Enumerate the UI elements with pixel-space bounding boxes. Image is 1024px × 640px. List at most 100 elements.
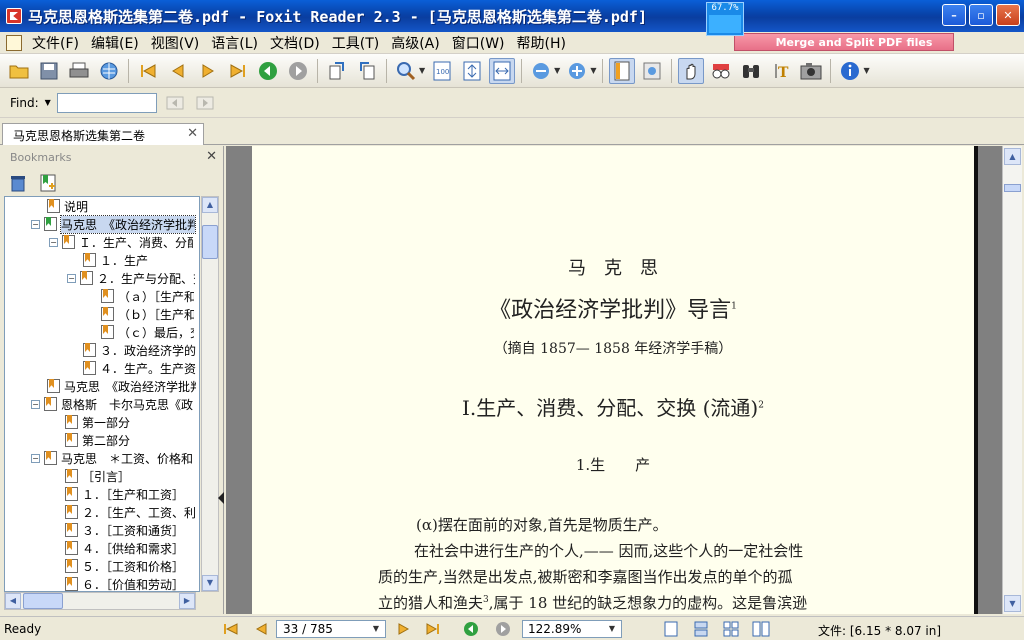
bookmark-item[interactable]: １．［生产和工资］: [65, 485, 184, 503]
minimize-button[interactable]: –: [942, 4, 966, 26]
menu-advanced[interactable]: 高级(A): [387, 33, 448, 53]
bookmark-item[interactable]: ５．［工资和价格］: [65, 557, 184, 575]
maximize-button[interactable]: ▫: [969, 4, 993, 26]
bookmark-item[interactable]: −２．生产与分配、交换、消费的一般关系: [67, 269, 195, 287]
document-tab[interactable]: 马克思恩格斯选集第二卷 ✕: [2, 123, 204, 145]
scroll-left-icon[interactable]: ◀: [5, 593, 21, 609]
first-page-button[interactable]: [135, 58, 161, 84]
page-dropdown-icon[interactable]: ▼: [369, 622, 383, 636]
save-button[interactable]: [36, 58, 62, 84]
bookmarks-vertical-scrollbar[interactable]: ▲ ▼: [201, 196, 219, 592]
previous-page-button[interactable]: [165, 58, 191, 84]
back-button[interactable]: [255, 58, 281, 84]
status-next-page-button[interactable]: [394, 621, 412, 637]
bookmark-item[interactable]: （ａ）［生产和消费］: [101, 287, 194, 305]
fit-page-button[interactable]: [459, 58, 485, 84]
close-tab-icon[interactable]: ✕: [187, 126, 198, 141]
bookmark-item[interactable]: （ｃ）最后，交换和流通: [101, 323, 194, 341]
menu-help[interactable]: 帮助(H): [513, 33, 574, 53]
delete-bookmark-icon[interactable]: [10, 174, 26, 192]
close-panel-icon[interactable]: ✕: [206, 149, 217, 164]
print-button[interactable]: [66, 58, 92, 84]
actual-size-button[interactable]: 100: [429, 58, 455, 84]
find-next-button[interactable]: [193, 92, 217, 114]
bookmark-item[interactable]: 第一部分: [65, 413, 130, 431]
bookmark-item[interactable]: ２．［生产、工资、利润］: [65, 503, 196, 521]
menu-window[interactable]: 窗口(W): [448, 33, 513, 53]
zoom-out-button[interactable]: [528, 58, 554, 84]
web-button[interactable]: [96, 58, 122, 84]
scroll-thumb[interactable]: [202, 225, 218, 259]
zoom-out-dropdown[interactable]: ▼: [554, 66, 560, 75]
find-input[interactable]: [56, 92, 157, 113]
text-tool-button[interactable]: T: [768, 58, 794, 84]
scroll-thumb[interactable]: [1004, 184, 1021, 192]
full-screen-button[interactable]: [639, 58, 665, 84]
find-previous-button[interactable]: [163, 92, 187, 114]
status-back-button[interactable]: [462, 621, 480, 637]
zoom-in-button[interactable]: [564, 58, 590, 84]
single-page-button[interactable]: [609, 57, 636, 84]
collapse-icon[interactable]: −: [49, 237, 58, 247]
document-vertical-scrollbar[interactable]: ▲ ▼: [1002, 146, 1022, 614]
continuous-facing-layout-button[interactable]: [752, 621, 770, 637]
status-last-page-button[interactable]: [424, 621, 442, 637]
open-button[interactable]: [6, 58, 32, 84]
bookmark-item[interactable]: ４．生产。生产资料和生产关系: [83, 359, 196, 377]
find-button[interactable]: [738, 58, 764, 84]
scroll-thumb[interactable]: [23, 593, 63, 609]
info-button[interactable]: [837, 58, 863, 84]
bookmark-item[interactable]: ３．政治经济学的方法: [83, 341, 196, 359]
next-page-button[interactable]: [195, 58, 221, 84]
menu-edit[interactable]: 编辑(E): [87, 33, 147, 53]
menu-tools[interactable]: 工具(T): [328, 33, 387, 53]
continuous-layout-button[interactable]: [692, 621, 710, 637]
close-button[interactable]: ✕: [996, 4, 1020, 26]
collapse-icon[interactable]: −: [31, 399, 40, 409]
collapse-icon[interactable]: −: [31, 219, 40, 229]
zoom-dropdown-icon[interactable]: ▼: [605, 622, 619, 636]
bookmark-tree[interactable]: 说明 −马克思 《政治经济学批判》导言 −Ｉ．生产、消费、分配、交换（流通） １…: [4, 196, 200, 592]
facing-layout-button[interactable]: [722, 621, 740, 637]
document-view[interactable]: 马 克 思 《政治经济学批判》导言1 （摘自 1857— 1858 年经济学手稿…: [226, 146, 1002, 614]
bookmark-item[interactable]: （ｂ）［生产和分配］: [101, 305, 194, 323]
menu-document[interactable]: 文档(D): [266, 33, 328, 53]
scroll-down-icon[interactable]: ▼: [1004, 595, 1021, 612]
bookmark-item[interactable]: ３．［工资和通货］: [65, 521, 184, 539]
document-menu-icon[interactable]: [6, 34, 22, 51]
forward-button[interactable]: [285, 58, 311, 84]
zoom-in-dropdown[interactable]: ▼: [590, 66, 596, 75]
bookmark-item[interactable]: ［引言］: [65, 467, 130, 485]
last-page-button[interactable]: [225, 58, 251, 84]
menu-language[interactable]: 语言(L): [207, 33, 266, 53]
bookmark-item[interactable]: １．生产: [83, 251, 148, 269]
collapse-icon[interactable]: −: [31, 453, 40, 463]
status-previous-page-button[interactable]: [252, 621, 270, 637]
bookmarks-horizontal-scrollbar[interactable]: ◀ ▶: [4, 592, 196, 610]
rotate-left-button[interactable]: [324, 58, 350, 84]
page-number-field[interactable]: 33 / 785 ▼: [276, 620, 386, 638]
merge-split-banner[interactable]: Merge and Split PDF files: [734, 33, 954, 51]
menu-view[interactable]: 视图(V): [147, 33, 208, 53]
scroll-up-icon[interactable]: ▲: [202, 197, 218, 213]
bookmark-item[interactable]: −马克思 ＊工资、价格和利润: [31, 449, 193, 467]
zoom-level-field[interactable]: 122.89% ▼: [522, 620, 622, 638]
info-dropdown[interactable]: ▼: [863, 66, 869, 75]
foxit-app-icon[interactable]: [6, 8, 22, 24]
scroll-down-icon[interactable]: ▼: [202, 575, 218, 591]
bookmark-item[interactable]: −Ｉ．生产、消费、分配、交换（流通）: [49, 233, 193, 251]
scroll-up-icon[interactable]: ▲: [1004, 148, 1021, 165]
snapshot-button[interactable]: [798, 58, 824, 84]
bookmark-item[interactable]: −马克思 《政治经济学批判》导言: [31, 214, 196, 234]
annotation-button[interactable]: [708, 58, 734, 84]
zoom-tool-button[interactable]: [393, 58, 419, 84]
bookmark-item[interactable]: 说明: [47, 197, 88, 215]
menu-file[interactable]: 文件(F): [28, 33, 87, 53]
scroll-right-icon[interactable]: ▶: [179, 593, 195, 609]
single-page-layout-button[interactable]: [662, 621, 680, 637]
hand-tool-button[interactable]: [678, 57, 705, 84]
bookmark-item[interactable]: ４．［供给和需求］: [65, 539, 184, 557]
collapse-panel-icon[interactable]: [218, 492, 224, 504]
add-bookmark-icon[interactable]: [40, 174, 56, 192]
find-options-dropdown[interactable]: ▼: [45, 98, 51, 107]
